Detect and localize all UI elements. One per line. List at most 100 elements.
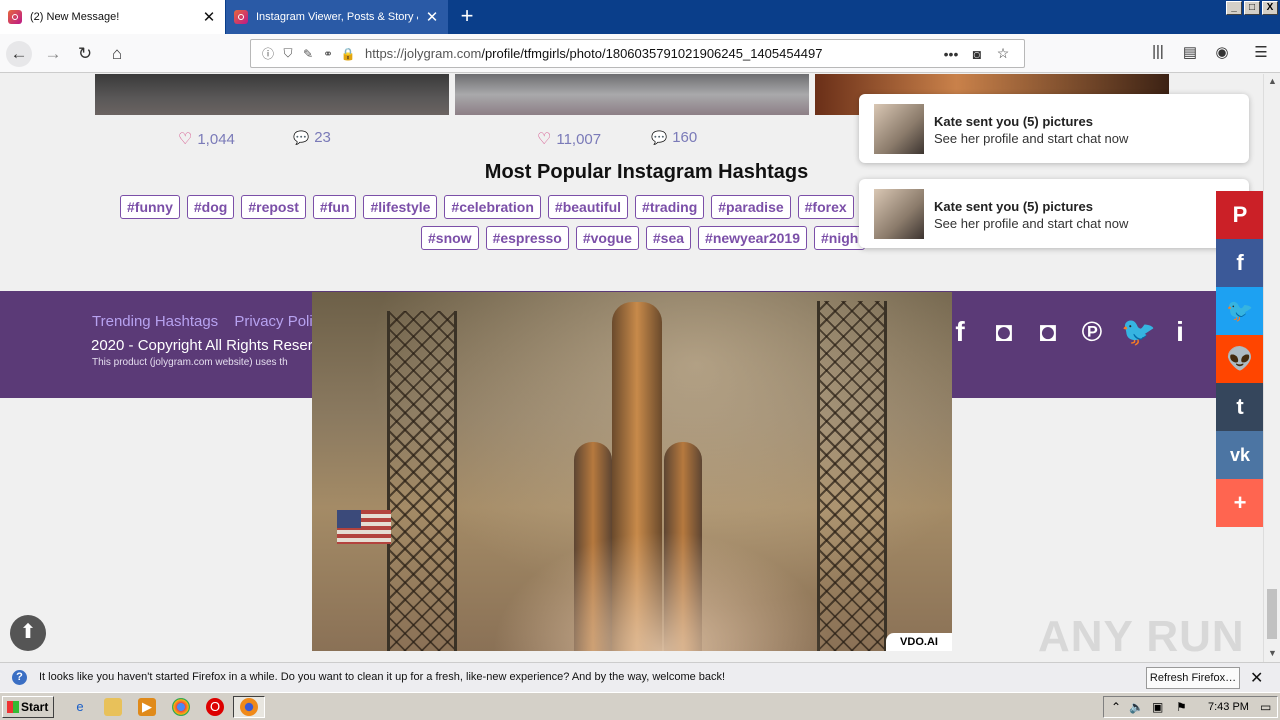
hashtag-link[interactable]: #funny [120,195,180,219]
hashtag-link[interactable]: #lifestyle [363,195,438,219]
action-center-flag-icon[interactable]: ⚑ [1176,700,1187,714]
info-icon[interactable]: i [1165,315,1195,349]
hashtag-link[interactable]: #sea [645,226,692,250]
hashtag-link[interactable]: #repost [241,195,306,219]
notification-title: Kate sent you (5) pictures [934,199,1093,214]
launch-smoke [492,531,832,651]
share-sidebar: P f 🐦 👽 t vk + [1216,191,1264,527]
close-tab-icon[interactable]: ✕ [201,8,217,26]
likes-count: 11,007 [556,130,602,148]
media-player-icon[interactable]: ▶ [138,698,156,716]
menu-icon[interactable]: ☰ [1250,43,1272,61]
facebook-share-button[interactable]: f [1216,239,1264,287]
hashtag-link[interactable]: #forex [797,195,854,219]
network-icon[interactable]: ▣ [1152,700,1163,714]
back-button[interactable]: ← [6,41,32,67]
navigation-toolbar: ← → ↻ ⌂ ⓘ ⛉ ✎ ⚭ 🔒 https://jolygram.com/p… [0,34,1280,73]
hashtag-link[interactable]: #vogue [575,226,639,250]
instagram-icon [8,10,22,24]
account-icon[interactable]: ◉ [1211,43,1233,61]
tab-instagram-viewer[interactable]: Instagram Viewer, Posts & Story & ✕ [226,0,448,34]
vertical-scrollbar[interactable]: ▲ ▼ [1263,74,1280,662]
post-likes: ♡ 11,007 [537,129,601,149]
sidebar-icon[interactable]: ▤ [1179,43,1201,61]
maximize-button[interactable]: □ [1244,1,1260,15]
hashtag-link[interactable]: #paradise [711,195,791,219]
hashtag-link[interactable]: #celebration [444,195,541,219]
firefox-icon [240,698,258,716]
pinterest-icon[interactable]: ℗ [1077,315,1107,349]
hashtag-link[interactable]: #nigh [814,226,866,250]
post-photo[interactable] [95,74,449,115]
hashtag-link[interactable]: #trading [635,195,705,219]
internet-explorer-icon[interactable]: e [71,698,89,716]
scroll-to-top-button[interactable]: ⬆ [10,615,46,651]
address-bar[interactable]: ⓘ ⛉ ✎ ⚭ 🔒 https://jolygram.com/profile/t… [250,39,1025,68]
post-comments: 💬 23 [293,129,331,146]
permissions-icon[interactable]: ✎ [299,47,317,61]
scroll-up-arrow[interactable]: ▲ [1264,76,1280,86]
more-share-button[interactable]: + [1216,479,1264,527]
instagram-icon[interactable]: ◘ [1033,315,1063,349]
url-text[interactable]: https://jolygram.com/profile/tfmgirls/ph… [365,46,938,61]
vk-share-button[interactable]: vk [1216,431,1264,479]
scrollbar-thumb[interactable] [1267,589,1277,639]
vdo-ai-badge[interactable]: VDO.AI [886,633,952,651]
footer-links: Trending Hashtags Privacy Polic [92,313,332,330]
chrome-icon[interactable] [172,698,190,716]
hashtag-link[interactable]: #espresso [485,226,569,250]
show-desktop-icon[interactable]: ▭ [1260,700,1271,714]
close-icon[interactable]: ✕ [1250,668,1263,688]
us-flag-image [337,510,391,544]
new-tab-button[interactable]: + [455,3,479,29]
refresh-firefox-button[interactable]: Refresh Firefox… [1146,667,1240,689]
close-window-button[interactable]: X [1262,1,1278,15]
video-ad-player[interactable]: VDO.AI [312,292,952,651]
chat-notification[interactable]: Kate sent you (5) pictures See her profi… [859,179,1249,248]
url-host: https://jolygram.com [365,46,482,61]
twitter-share-button[interactable]: 🐦 [1216,287,1264,335]
folder-icon[interactable] [104,698,122,716]
url-path: /profile/tfmgirls/photo/1806035791021906… [481,46,823,61]
pocket-icon[interactable]: ◙ [964,46,990,62]
hashtag-link[interactable]: #dog [186,195,235,219]
post-photo[interactable] [455,74,809,115]
tray-expand-icon[interactable]: ⌃ [1111,700,1121,714]
link-icon[interactable]: ⚭ [319,47,337,61]
notification-avatar [874,189,924,239]
lock-icon[interactable]: 🔒 [339,47,357,61]
tracking-shield-icon[interactable]: ⛉ [279,46,297,61]
pinterest-share-button[interactable]: P [1216,191,1264,239]
notification-text: See her profile and start chat now [934,216,1129,231]
info-icon[interactable]: ⓘ [259,45,277,62]
chat-notification[interactable]: Kate sent you (5) pictures See her profi… [859,94,1249,163]
tab-new-message[interactable]: (2) New Message! ✕ [0,0,225,34]
copyright-text: 2020 - Copyright All Rights Reser [91,337,313,354]
footer-link-privacy[interactable]: Privacy Polic [234,313,320,330]
scroll-down-arrow[interactable]: ▼ [1264,648,1280,658]
windows-taskbar: Start e ▶ O ⌃ 🔈 ▣ ⚑ 7:43 PM ▭ [0,692,1280,720]
instagram-icon[interactable]: ◘ [989,315,1019,349]
tumblr-share-button[interactable]: t [1216,383,1264,431]
home-button[interactable]: ⌂ [104,41,130,67]
volume-icon[interactable]: 🔈 [1129,700,1144,714]
post-comments: 💬 160 [651,129,697,146]
hashtag-link[interactable]: #snow [421,226,479,250]
twitter-icon[interactable]: 🐦 [1121,315,1156,349]
footer-link-trending[interactable]: Trending Hashtags [92,313,218,330]
hashtag-link[interactable]: #fun [312,195,357,219]
opera-icon[interactable]: O [206,698,224,716]
minimize-button[interactable]: _ [1226,1,1242,15]
reddit-share-button[interactable]: 👽 [1216,335,1264,383]
clock[interactable]: 7:43 PM [1208,701,1249,713]
page-actions-icon[interactable]: ••• [938,46,964,62]
hashtag-link[interactable]: #newyear2019 [698,226,807,250]
bookmark-star-icon[interactable]: ☆ [990,45,1016,62]
start-button[interactable]: Start [2,696,54,718]
reload-button[interactable]: ↻ [72,41,98,67]
taskbar-firefox-button[interactable] [233,696,265,718]
close-tab-icon[interactable]: ✕ [424,8,440,26]
library-icon[interactable]: ||| [1147,43,1169,60]
hashtag-link[interactable]: #beautiful [547,195,629,219]
forward-button[interactable]: → [40,41,66,67]
